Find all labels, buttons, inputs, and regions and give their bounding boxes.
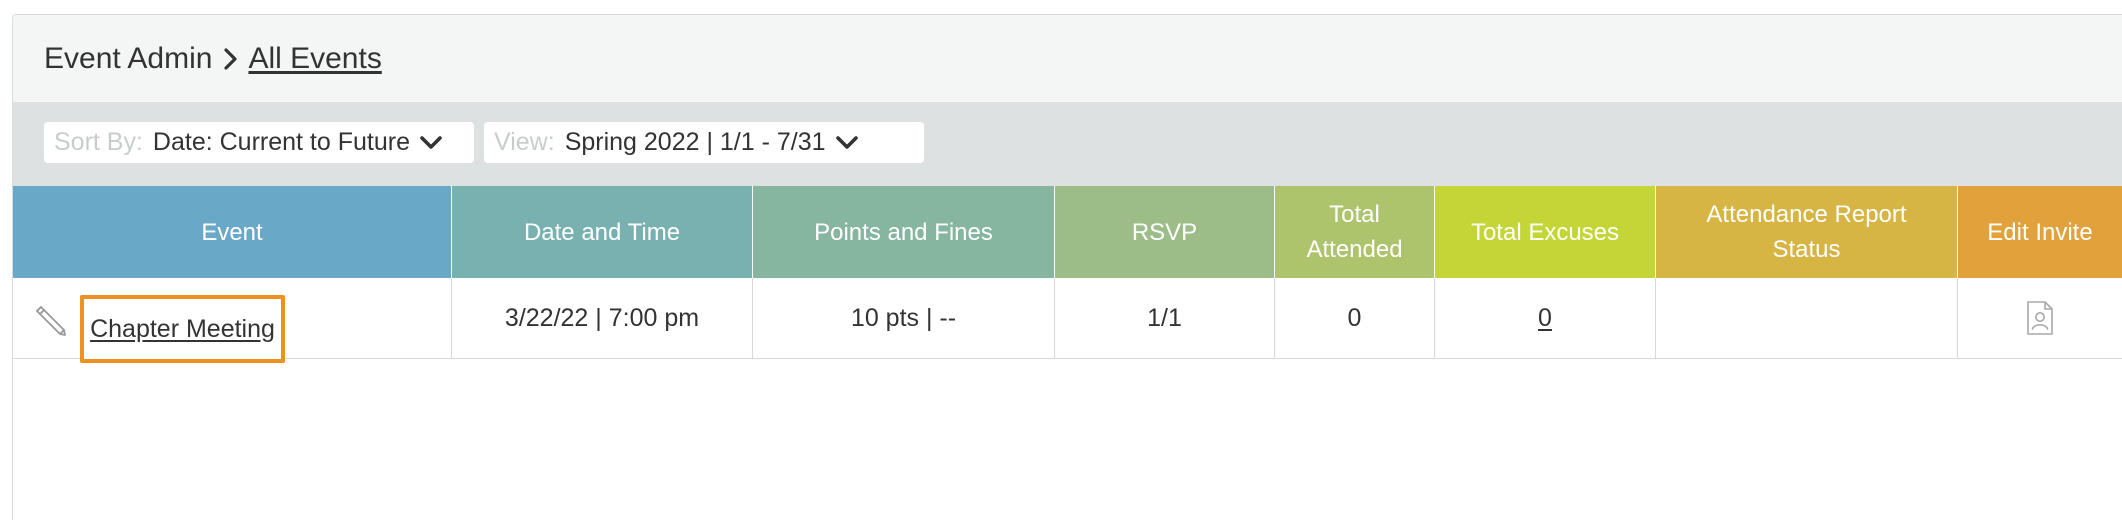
sort-by-value: Date: Current to Future	[152, 128, 410, 156]
column-header-total-attended[interactable]: Total Attended	[1275, 186, 1435, 278]
page-header: Event Admin All Events	[13, 15, 2122, 102]
events-panel: Event Admin All Events Sort By: Date: Cu…	[12, 14, 2122, 520]
chevron-right-icon	[224, 47, 238, 70]
view-value: Spring 2022 | 1/1 - 7/31	[564, 128, 826, 156]
breadcrumb-parent[interactable]: Event Admin	[44, 42, 212, 76]
total-attended-value: 0	[1347, 303, 1362, 332]
view-label: View:	[494, 128, 555, 156]
pencil-edit-icon[interactable]	[31, 300, 71, 340]
column-header-label: Date and Time	[523, 218, 681, 246]
column-header-event[interactable]: Event	[13, 186, 452, 278]
date-time-cell: 3/22/22 | 7:00 pm	[452, 278, 753, 358]
column-header-label: Points and Fines	[814, 218, 993, 246]
edit-invite-cell	[1958, 278, 2122, 358]
total-excuses-cell: 0	[1435, 278, 1656, 358]
sort-by-dropdown[interactable]: Sort By: Date: Current to Future	[44, 122, 474, 163]
column-header-date-time[interactable]: Date and Time	[452, 186, 753, 278]
column-header-label: Total Excuses	[1470, 218, 1620, 246]
sort-by-label: Sort By:	[54, 128, 143, 156]
points-fines-value: 10 pts | --	[850, 303, 957, 332]
column-header-points-fines[interactable]: Points and Fines	[753, 186, 1055, 278]
points-fines-cell: 10 pts | --	[753, 278, 1055, 358]
column-header-rsvp[interactable]: RSVP	[1055, 186, 1275, 278]
rsvp-value: 1/1	[1147, 303, 1182, 332]
chevron-down-icon	[835, 135, 858, 150]
view-dropdown[interactable]: View: Spring 2022 | 1/1 - 7/31	[484, 122, 924, 163]
chevron-down-icon	[420, 135, 442, 150]
table-header: Event Date and Time Points and Fines RSV…	[13, 186, 2122, 278]
event-cell: Chapter Meeting	[13, 278, 452, 363]
contact-card-icon[interactable]	[2025, 300, 2055, 336]
breadcrumb-current-link[interactable]: All Events	[248, 42, 381, 76]
column-header-label: Event	[201, 218, 263, 246]
event-link[interactable]: Chapter Meeting	[80, 295, 285, 363]
attendance-status-cell	[1656, 278, 1958, 358]
column-header-label: Attendance Report Status	[1706, 201, 1907, 263]
rsvp-cell: 1/1	[1055, 278, 1275, 358]
filter-bar: Sort By: Date: Current to Future View: S…	[13, 102, 2122, 186]
column-header-label: Total Attended	[1306, 201, 1403, 263]
column-header-edit-invite[interactable]: Edit Invite	[1958, 186, 2122, 278]
column-header-label: Edit Invite	[1987, 218, 2093, 246]
column-header-label: RSVP	[1131, 218, 1198, 246]
total-attended-cell: 0	[1275, 278, 1435, 358]
total-excuses-link[interactable]: 0	[1538, 304, 1552, 333]
table-row: Chapter Meeting 3/22/22 | 7:00 pm 10 pts…	[13, 278, 2122, 363]
column-header-attendance-status[interactable]: Attendance Report Status	[1656, 186, 1958, 278]
date-time-value: 3/22/22 | 7:00 pm	[504, 303, 700, 332]
column-header-total-excuses[interactable]: Total Excuses	[1435, 186, 1656, 278]
